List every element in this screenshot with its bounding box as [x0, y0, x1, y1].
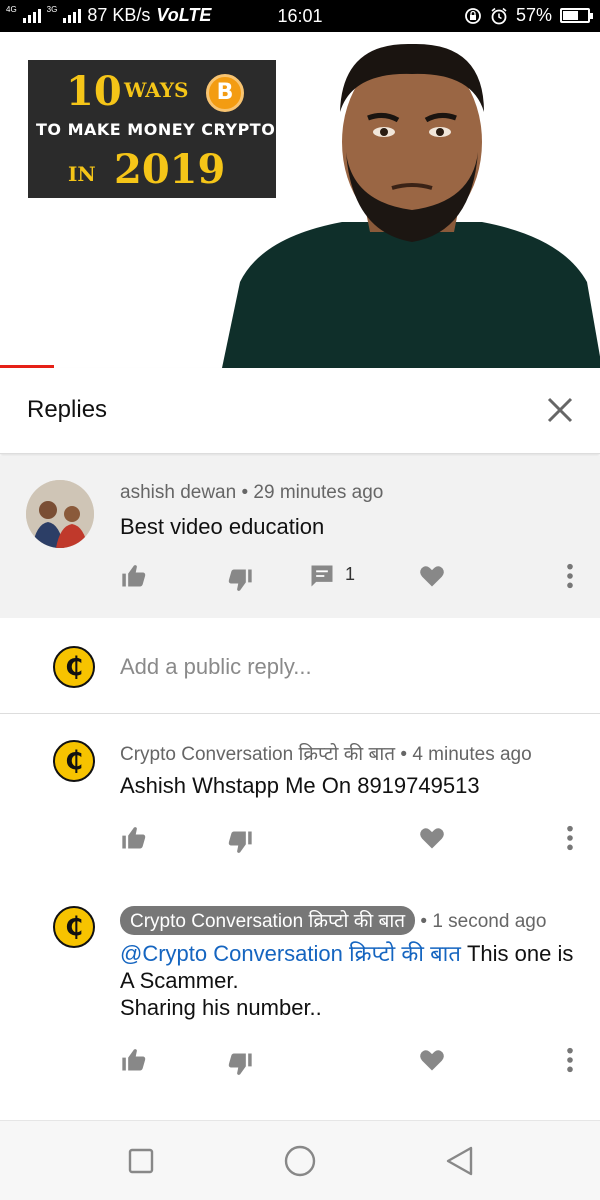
heart-icon[interactable]: [418, 824, 446, 852]
reply-input-row: ₵ Add a public reply...: [0, 618, 600, 714]
mention-link[interactable]: @Crypto Conversation क्रिप्टो की बात: [120, 941, 461, 966]
comment-text: @Crypto Conversation क्रिप्टो की बात Thi…: [120, 940, 590, 1021]
comment-actions: 1: [120, 562, 590, 592]
coin-avatar-symbol: ₵: [64, 912, 84, 942]
battery-icon: [560, 8, 593, 23]
home-icon[interactable]: [282, 1143, 318, 1179]
comment-time: 29 minutes ago: [253, 482, 384, 503]
heart-icon[interactable]: [418, 1046, 446, 1074]
meta-separator: •: [400, 744, 413, 765]
comment-text: Best video education: [120, 514, 325, 539]
dislike-icon[interactable]: [226, 1050, 254, 1078]
more-options-icon[interactable]: [556, 824, 584, 852]
thumbnail-number: 10: [66, 68, 122, 115]
comment-meta: ashish dewan • 29 minutes ago: [120, 482, 383, 504]
thumbnail-in: IN: [68, 162, 96, 186]
avatar[interactable]: [26, 480, 94, 548]
comment-actions: [120, 824, 590, 854]
reply-item: ₵ Crypto Conversation क्रिप्टो की बात • …: [0, 714, 600, 874]
avatar-photo-image: [26, 480, 94, 548]
rotation-lock-icon: [465, 7, 481, 24]
meta-separator: •: [420, 911, 433, 932]
more-options-icon[interactable]: [556, 1046, 584, 1074]
thumbnail-year: 2019: [114, 146, 226, 193]
coin-avatar-symbol: ₵: [64, 652, 84, 682]
comment-author-chip[interactable]: Crypto Conversation क्रिप्टो की बात: [120, 906, 416, 935]
dislike-icon[interactable]: [226, 828, 254, 856]
parent-comment: ashish dewan • 29 minutes ago Best video…: [0, 456, 600, 618]
system-navigation-bar: [0, 1120, 600, 1200]
video-player[interactable]: 10 WAYS B TO MAKE MONEY CRYPTO IN 2019: [0, 32, 600, 368]
reply-icon[interactable]: [308, 562, 336, 590]
reply-input[interactable]: Add a public reply...: [120, 654, 312, 680]
thumbnail-ways: WAYS: [124, 78, 189, 102]
coin-avatar-symbol: ₵: [64, 746, 84, 776]
avatar: ₵: [53, 646, 95, 688]
replies-header: Replies: [0, 368, 600, 454]
comment-actions: [120, 1046, 590, 1076]
heart-icon[interactable]: [418, 562, 446, 590]
comment-time: 4 minutes ago: [412, 744, 532, 765]
like-icon[interactable]: [120, 562, 148, 590]
reply-item: ₵ Crypto Conversation क्रिप्टो की बात • …: [0, 874, 600, 1114]
comment-author[interactable]: ashish dewan: [120, 482, 236, 503]
like-icon[interactable]: [120, 1046, 148, 1074]
close-icon[interactable]: [544, 394, 576, 426]
comment-time: 1 second ago: [432, 911, 547, 932]
replies-title: Replies: [27, 396, 108, 423]
recents-icon[interactable]: [123, 1143, 159, 1179]
like-icon[interactable]: [120, 824, 148, 852]
battery-percent: 57%: [515, 5, 552, 25]
status-right: 57%: [464, 5, 593, 26]
comment-text-line2: Sharing his number..: [120, 995, 322, 1020]
comment-author[interactable]: Crypto Conversation क्रिप्टो की बात: [120, 744, 395, 765]
alarm-icon: [491, 7, 507, 24]
back-icon[interactable]: [442, 1143, 478, 1179]
comment-meta: Crypto Conversation क्रिप्टो की बात • 1 …: [120, 906, 546, 935]
presenter-image: [222, 43, 600, 368]
reply-count: 1: [345, 564, 356, 584]
dislike-icon[interactable]: [226, 566, 254, 594]
comment-text: Ashish Whstapp Me On 8919749513: [120, 773, 480, 798]
avatar[interactable]: ₵: [53, 740, 95, 782]
status-bar: 4G 3G 87 KB/s VoLTE 16:01 57%: [0, 0, 600, 32]
meta-separator: •: [241, 482, 254, 503]
comment-meta: Crypto Conversation क्रिप्टो की बात • 4 …: [120, 740, 532, 766]
more-options-icon[interactable]: [556, 562, 584, 590]
avatar[interactable]: ₵: [53, 906, 95, 948]
